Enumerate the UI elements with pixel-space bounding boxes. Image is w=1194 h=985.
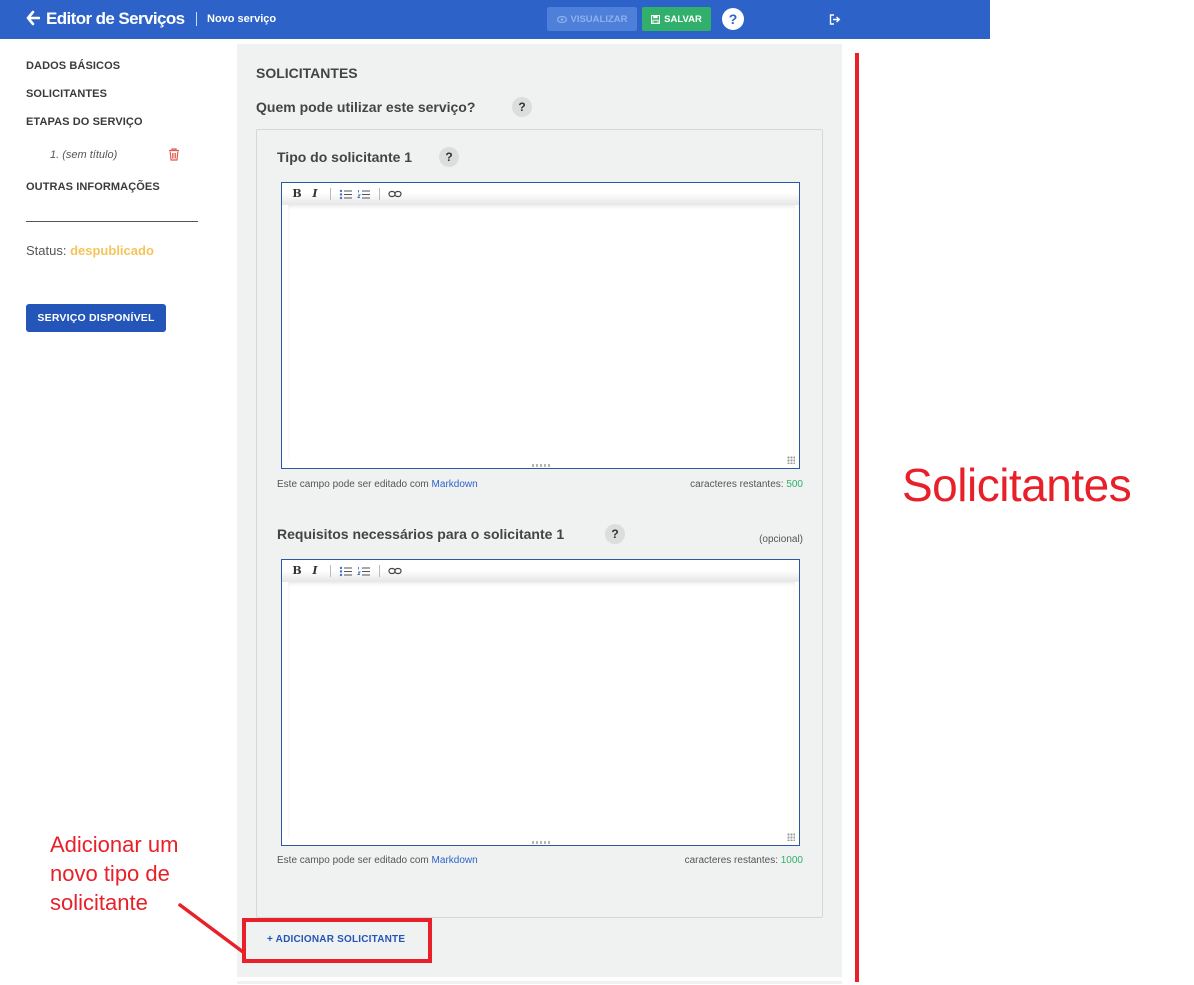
main-panel: SOLICITANTES Quem pode utilizar este ser…: [237, 44, 842, 984]
field2-textarea[interactable]: [288, 582, 795, 837]
bullet-list-icon[interactable]: [337, 189, 355, 200]
field2-editor[interactable]: B I: [281, 559, 800, 846]
floppy-disk-icon: [651, 14, 661, 24]
sign-out-icon[interactable]: [829, 14, 841, 25]
help-button[interactable]: ?: [722, 8, 744, 30]
preview-button-label: VISUALIZAR: [570, 13, 628, 25]
preview-button[interactable]: VISUALIZAR: [547, 7, 637, 31]
field1-resize-handle[interactable]: [787, 456, 795, 464]
italic-button[interactable]: I: [306, 564, 324, 578]
italic-button[interactable]: I: [306, 187, 324, 201]
bullet-list-icon[interactable]: [337, 566, 355, 577]
field1-counter-value: 500: [786, 479, 803, 490]
field1-textarea[interactable]: [288, 205, 795, 460]
save-button[interactable]: SALVAR: [642, 7, 711, 31]
field2-counter-label: caracteres restantes:: [684, 855, 778, 866]
numbered-list-icon[interactable]: [355, 189, 373, 200]
save-button-label: SALVAR: [664, 13, 702, 25]
toolbar-divider: [330, 188, 331, 200]
field1-markdown-hint: Este campo pode ser editado com Markdown: [277, 479, 478, 490]
field1-toolbar: B I: [282, 183, 799, 205]
field1-drag-grip[interactable]: [532, 464, 550, 467]
toolbar-divider: [330, 565, 331, 577]
annotation-vertical-line: [855, 53, 859, 982]
annotation-highlight-box: [242, 918, 432, 963]
requester-card: Tipo do solicitante 1 ? B I Este campo p…: [256, 129, 823, 918]
field2-markdown-hint: Este campo pode ser editado com Markdown: [277, 855, 478, 866]
field1-char-counter: caracteres restantes: 500: [690, 479, 803, 490]
field1-counter-label: caracteres restantes:: [690, 479, 784, 490]
annotation-arrow: [178, 903, 245, 954]
toolbar-divider: [379, 565, 380, 577]
panel-bottom-edge: [237, 977, 842, 981]
field2-optional-tag: (opcional): [759, 534, 803, 545]
annotation-section-label: Solicitantes: [902, 459, 1132, 511]
toolbar-divider: [379, 188, 380, 200]
field2-resize-handle[interactable]: [787, 833, 795, 841]
eye-icon: [556, 15, 567, 23]
field1-label: Tipo do solicitante 1: [277, 149, 413, 165]
field2-help-icon[interactable]: ?: [605, 524, 625, 544]
field2-toolbar: B I: [282, 560, 799, 582]
field1-hint-text: Este campo pode ser editado com: [277, 479, 429, 490]
field2-hint-text: Este campo pode ser editado com: [277, 855, 429, 866]
field2-label: Requisitos necessários para o solicitant…: [277, 526, 565, 542]
field2-char-counter: caracteres restantes: 1000: [685, 855, 803, 866]
bold-button[interactable]: B: [288, 187, 306, 201]
field2-counter-value: 1000: [780, 855, 803, 866]
field1-help-icon[interactable]: ?: [439, 147, 459, 167]
field1-markdown-link[interactable]: Markdown: [432, 479, 478, 490]
link-icon[interactable]: [386, 190, 404, 198]
section-title: SOLICITANTES: [256, 65, 358, 81]
bold-button[interactable]: B: [288, 564, 306, 578]
field1-editor[interactable]: B I: [281, 182, 800, 469]
question-title: Quem pode utilizar este serviço?: [256, 99, 476, 115]
field2-drag-grip[interactable]: [532, 841, 550, 844]
numbered-list-icon[interactable]: [355, 566, 373, 577]
question-help-icon[interactable]: ?: [512, 97, 532, 117]
link-icon[interactable]: [386, 567, 404, 575]
field2-markdown-link[interactable]: Markdown: [432, 855, 478, 866]
